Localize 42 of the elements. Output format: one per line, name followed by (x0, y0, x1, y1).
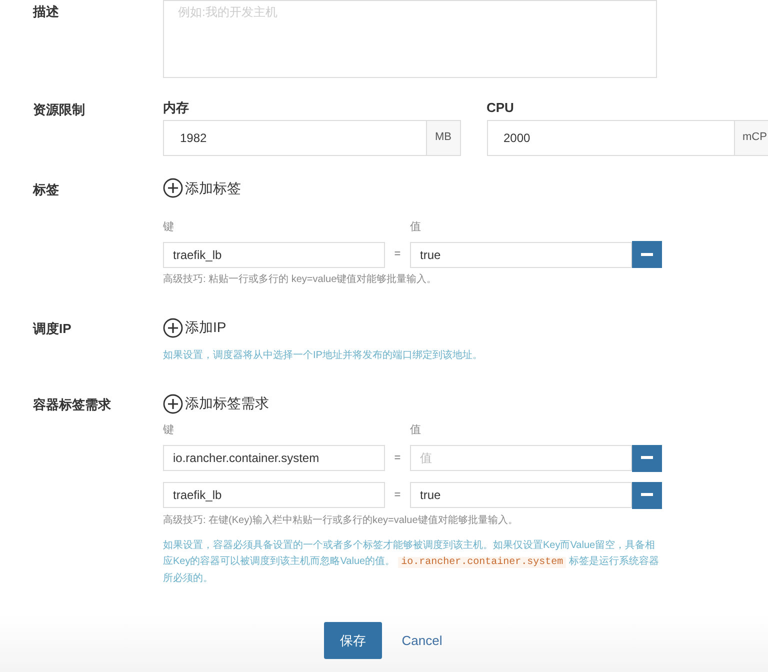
plus-circle-icon (163, 178, 183, 198)
section-label: 容器标签需求 (33, 397, 111, 412)
section-label: 资源限制 (33, 102, 85, 117)
value-field[interactable]: true (410, 482, 632, 508)
unit-addon: MB (427, 120, 460, 156)
remove-button[interactable] (632, 444, 662, 472)
tip-text: 高级技巧: 在键(Key)输入栏中粘贴一行或多行的key=value键值对能够批量输入。 (163, 514, 519, 528)
minus-icon (641, 456, 653, 460)
equals-sign: = (393, 247, 402, 262)
section-label: 标签 (33, 182, 59, 196)
add-button[interactable]: 添加IP (163, 317, 226, 338)
value-header: 值 (410, 220, 421, 234)
remove-button[interactable] (632, 241, 662, 268)
add-button[interactable]: 添加标签 (163, 178, 241, 198)
plus-circle-icon (163, 318, 183, 338)
equals-sign: = (393, 450, 402, 466)
minus-icon (641, 493, 653, 497)
key-header: 键 (163, 220, 175, 234)
key-header: 键 (163, 423, 175, 438)
key-field[interactable]: traefik_lb (163, 482, 385, 508)
equals-sign: = (393, 488, 402, 503)
help-text: 如果设置，容器必须具备设置的一个或者多个标签才能够被调度到该主机。如果仅设置Key而Value留空，具备相应Key的容器可以被调度到该主机而忽略Value的值。 io.rancher.container.system 标签是运行系统容器所必须的。 (163, 538, 660, 586)
remove-button[interactable] (632, 482, 662, 508)
key-field[interactable]: io.rancher.container.system (163, 445, 385, 471)
key-field[interactable]: traefik_lb (163, 242, 385, 268)
resource-field[interactable]: 2000 (486, 120, 734, 156)
field-label: 内存 (163, 99, 190, 117)
value-field[interactable]: true (410, 242, 632, 268)
section-label: 调度IP (33, 321, 72, 336)
help-text: 如果设置，调度器将从中选择一个IP地址并将发布的端口绑定到该地址。 (163, 348, 482, 363)
save-button[interactable]: 保存 (324, 622, 382, 659)
unit-addon: mCP (734, 120, 768, 156)
field-label: CPU (486, 99, 515, 117)
value-field[interactable]: 值 (410, 445, 632, 471)
value-header: 值 (410, 423, 421, 438)
minus-icon (641, 252, 653, 256)
resource-field[interactable]: 1982 (163, 120, 427, 156)
cancel-link[interactable]: Cancel (400, 622, 444, 659)
section-label: 描述 (33, 4, 59, 19)
tip-text: 高级技巧: 粘贴一行或多行的 key=value键值对能够批量输入。 (163, 272, 438, 287)
add-button[interactable]: 添加标签需求 (163, 393, 269, 414)
plus-circle-icon (163, 394, 183, 414)
